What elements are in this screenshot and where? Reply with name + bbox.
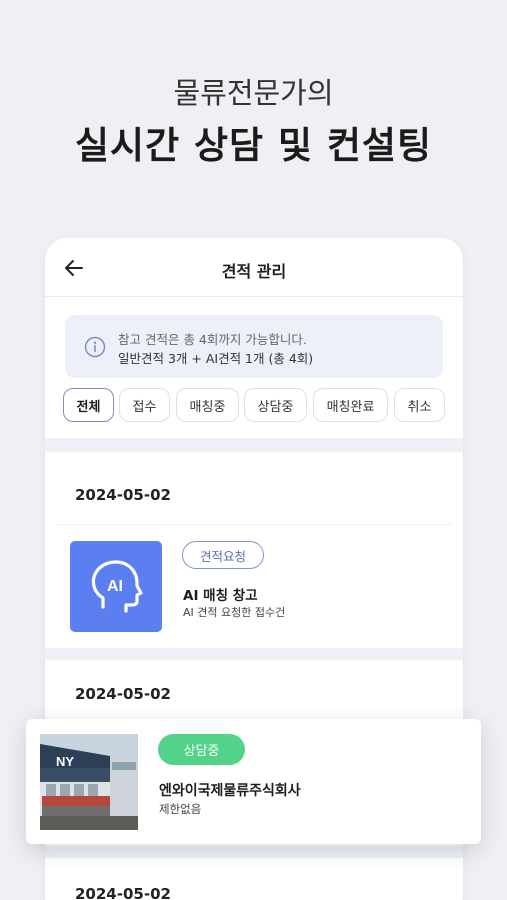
filter-chip-cancelled[interactable]: 취소 (394, 388, 445, 422)
status-badge: 견적요청 (182, 541, 264, 569)
ai-thumb-text: AI (107, 578, 123, 595)
hero-title: 실시간 상담 및 컨설팅 (74, 124, 432, 167)
filter-chip-received[interactable]: 접수 (119, 388, 170, 422)
info-icon (84, 336, 106, 358)
section-divider (45, 438, 463, 452)
warehouse-card[interactable]: NY 상담중 엔와이국제물류주식회사 제한없음 (26, 719, 481, 844)
hero-subtitle: 물류전문가의 (173, 76, 334, 110)
status-badge: 상담중 (158, 734, 245, 765)
card-title[interactable]: 엔와이국제물류주식회사 (159, 780, 301, 800)
warehouse-photo: NY (40, 734, 138, 830)
divider (57, 524, 451, 525)
group-date: 2024-05-02 (75, 885, 171, 900)
card-subtitle: AI 견적 요청한 접수건 (183, 606, 286, 619)
notice-line-2: 일반견적 3개 + AI견적 1개 (총 4회) (118, 351, 314, 366)
page-title: 견적 관리 (221, 262, 287, 281)
filter-chip-consulting[interactable]: 상담중 (244, 388, 307, 422)
top-bar: 견적 관리 (45, 238, 463, 297)
ai-head-icon: AI (70, 541, 162, 632)
group-date: 2024-05-02 (75, 685, 171, 703)
filter-chip-all[interactable]: 전체 (63, 388, 114, 422)
filter-chip-matched[interactable]: 매칭완료 (313, 388, 388, 422)
section-divider (45, 648, 463, 660)
notice-box: 참고 견적은 총 4회까지 가능합니다. 일반견적 3개 + AI견적 1개 (… (65, 315, 443, 378)
card-subtitle: 제한없음 (159, 802, 202, 816)
group-date: 2024-05-02 (75, 486, 171, 504)
filter-chips: 전체 접수 매칭중 상담중 매칭완료 취소 (63, 388, 453, 424)
section-divider (45, 846, 463, 858)
photo-logo-text: NY (56, 754, 74, 769)
card-title[interactable]: AI 매칭 창고 (183, 584, 258, 604)
notice-line-1: 참고 견적은 총 4회까지 가능합니다. (118, 332, 307, 347)
filter-chip-matching[interactable]: 매칭중 (176, 388, 239, 422)
